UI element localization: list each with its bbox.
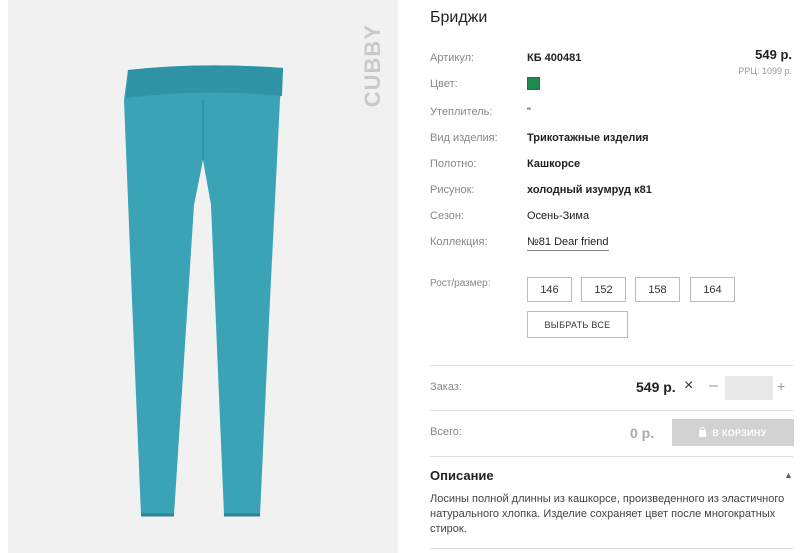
divider: [430, 548, 793, 549]
cart-button-label: В КОРЗИНУ: [712, 427, 767, 438]
spec-label: Вид изделия:: [430, 132, 498, 144]
select-all-button[interactable]: ВЫБРАТЬ ВСЕ: [527, 311, 628, 338]
spec-value: Осень-Зима: [527, 210, 590, 222]
times-icon: ×: [684, 377, 694, 394]
spec-label: Сезон:: [430, 210, 464, 222]
size-button-152[interactable]: 152: [581, 277, 626, 302]
order-label: Заказ:: [430, 381, 462, 393]
rrc-price: РРЦ: 1099 р.: [738, 66, 792, 76]
spec-label: Цвет:: [430, 78, 458, 90]
total-price: 0 р.: [630, 425, 655, 441]
spec-value: ": [527, 106, 531, 118]
spec-label: Утеплитель:: [430, 106, 493, 118]
spec-value: Кашкорсе: [527, 158, 581, 170]
color-swatch[interactable]: [527, 77, 540, 90]
increment-button[interactable]: +: [777, 378, 785, 394]
brand-label: CUBBY: [360, 24, 385, 108]
divider: [430, 410, 793, 411]
leggings-image: [124, 65, 283, 517]
product-price: 549 р.: [755, 47, 792, 62]
spec-label: Полотно:: [430, 158, 477, 170]
size-button-164[interactable]: 164: [690, 277, 735, 302]
total-label: Всего:: [430, 426, 462, 438]
description-title[interactable]: Описание: [430, 468, 494, 483]
divider: [430, 365, 793, 366]
product-title: Бриджи: [430, 9, 488, 26]
bag-icon: [699, 427, 707, 437]
spec-value: Трикотажные изделия: [527, 132, 649, 144]
spec-label: Артикул:: [430, 52, 475, 64]
spec-label: Рисунок:: [430, 184, 475, 196]
spec-value: КБ 400481: [527, 52, 582, 64]
divider: [430, 456, 793, 457]
collection-link[interactable]: №81 Dear friend: [527, 236, 609, 251]
spec-value: холодный изумруд к81: [527, 184, 652, 196]
decrement-button[interactable]: –: [709, 377, 718, 395]
product-photo[interactable]: CUBBY: [8, 0, 398, 553]
spec-label: Коллекция:: [430, 236, 488, 248]
size-label: Рост/размер:: [430, 278, 491, 289]
caret-up-icon[interactable]: ▲: [784, 470, 793, 480]
order-price: 549 р.: [636, 379, 676, 395]
quantity-input[interactable]: [725, 376, 773, 400]
add-to-cart-button[interactable]: В КОРЗИНУ: [672, 419, 794, 446]
description-text: Лосины полной длинны из кашкорсе, произв…: [430, 493, 785, 535]
size-button-158[interactable]: 158: [635, 277, 680, 302]
size-button-146[interactable]: 146: [527, 277, 572, 302]
